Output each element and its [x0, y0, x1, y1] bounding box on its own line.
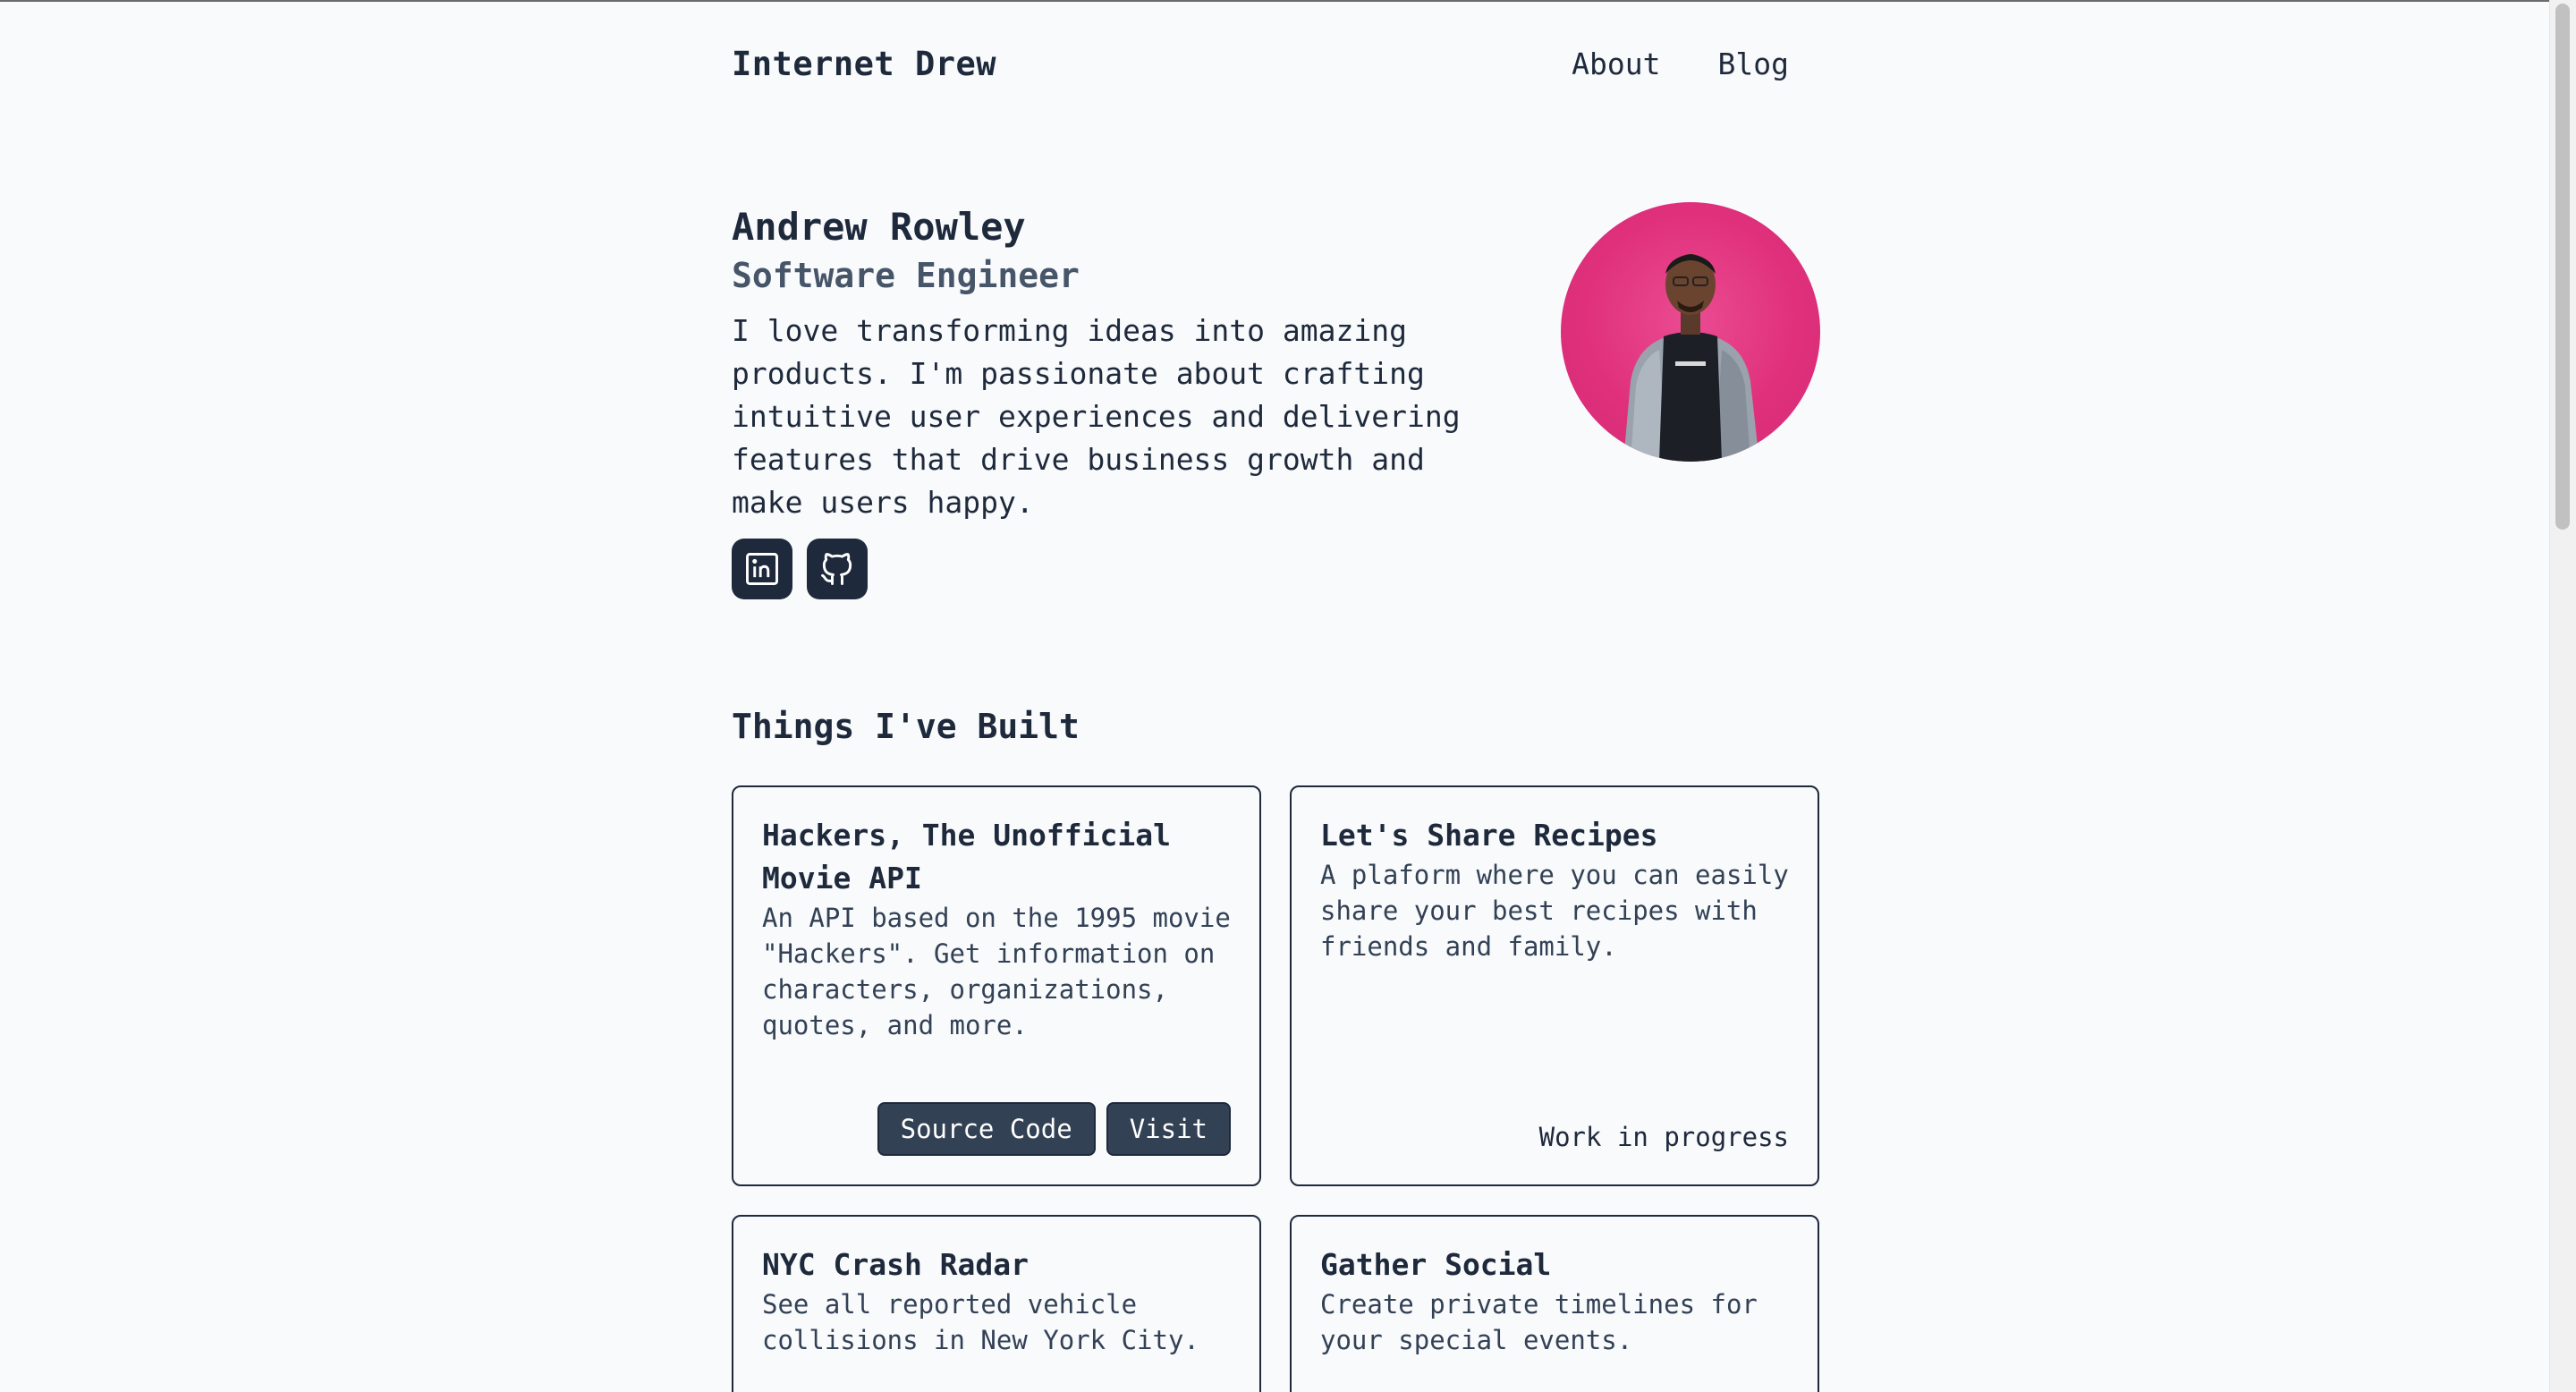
social-links [732, 539, 1537, 599]
main-nav: About Blog [1572, 47, 1789, 81]
project-title: Hackers, The Unofficial Movie API [762, 818, 1171, 895]
site-header: Internet Drew About Blog [732, 45, 1819, 89]
project-description: Create private timelines for your specia… [1320, 1289, 1758, 1355]
scrollbar-thumb[interactable] [2555, 4, 2570, 530]
person-name: Andrew Rowley [732, 205, 1026, 249]
project-description: A plaform where you can easily share you… [1320, 860, 1789, 962]
avatar [1561, 202, 1820, 462]
page-scrollbar[interactable] [2549, 0, 2576, 1392]
projects-heading: Things I've Built [732, 707, 1080, 746]
project-status: Work in progress [1538, 1122, 1789, 1152]
project-title: Let's Share Recipes [1320, 818, 1658, 853]
site-name[interactable]: Internet Drew [732, 45, 996, 83]
project-card: Gather Social Create private timelines f… [1290, 1215, 1819, 1392]
person-bio: I love transforming ideas into amazing p… [732, 313, 1461, 520]
project-description: An API based on the 1995 movie "Hackers"… [762, 903, 1231, 1040]
project-title: NYC Crash Radar [762, 1247, 1030, 1282]
source-code-button[interactable]: Source Code [877, 1102, 1096, 1156]
visit-button[interactable]: Visit [1106, 1102, 1231, 1156]
nav-about[interactable]: About [1572, 47, 1660, 81]
project-card: Hackers, The Unofficial Movie API An API… [732, 785, 1261, 1186]
nav-blog[interactable]: Blog [1718, 47, 1789, 81]
github-icon [821, 553, 852, 585]
person-role: Software Engineer [732, 256, 1080, 295]
project-title: Gather Social [1320, 1247, 1552, 1282]
intro-section: Andrew Rowley Software Engineer I love t… [732, 202, 1537, 599]
linkedin-link[interactable] [732, 539, 792, 599]
window-top-border [0, 0, 2576, 2]
project-card: Let's Share Recipes A plaform where you … [1290, 785, 1819, 1186]
linkedin-icon [746, 553, 778, 585]
project-description: See all reported vehicle collisions in N… [762, 1289, 1199, 1355]
project-card: NYC Crash Radar See all reported vehicle… [732, 1215, 1261, 1392]
avatar-photo [1623, 254, 1759, 462]
github-link[interactable] [807, 539, 868, 599]
project-actions: Source Code Visit [877, 1102, 1231, 1156]
